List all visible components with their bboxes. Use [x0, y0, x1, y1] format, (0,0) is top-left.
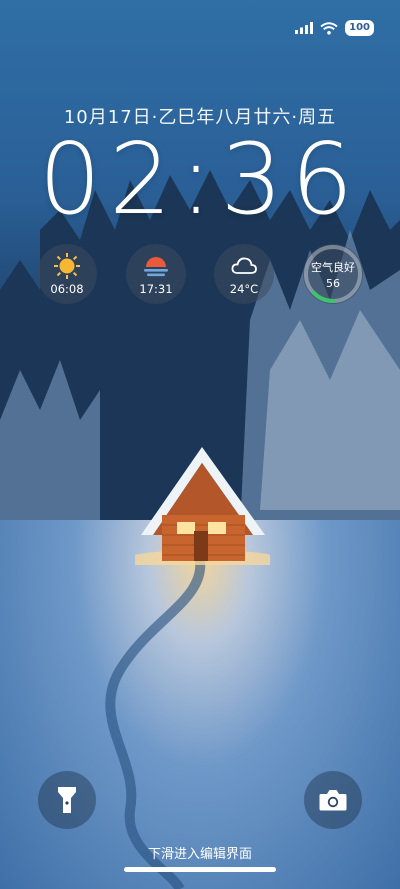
lock-screen: 100 10月17日·乙巳年八月廿六·周五 02:36 06:08 17:31 …: [0, 0, 400, 889]
sunset-icon: [141, 252, 171, 280]
sun-icon: [52, 252, 82, 280]
air-quality-value: 56: [326, 276, 340, 290]
camera-icon: [319, 790, 347, 811]
sunrise-widget[interactable]: 06:08: [37, 244, 97, 304]
camera-button[interactable]: [304, 771, 362, 829]
cabin-illustration: [135, 447, 270, 565]
weather-temperature: 24°C: [229, 282, 259, 296]
sunset-widget[interactable]: 17:31: [126, 244, 186, 304]
lock-time: 02:36: [38, 123, 362, 237]
air-quality-label: 空气良好: [311, 260, 355, 274]
cloud-icon: [229, 252, 259, 280]
weather-widget[interactable]: 24°C: [214, 244, 274, 304]
air-quality-widget[interactable]: 空气良好 56: [303, 244, 363, 304]
home-indicator[interactable]: [124, 867, 276, 872]
wifi-icon: [320, 21, 338, 35]
flashlight-button[interactable]: [38, 771, 96, 829]
sunset-time: 17:31: [139, 282, 173, 296]
flashlight-icon: [58, 787, 76, 813]
sunrise-time: 06:08: [50, 282, 84, 296]
status-bar: 100: [295, 18, 374, 38]
battery-indicator: 100: [345, 20, 374, 36]
signal-icon: [295, 22, 314, 34]
edit-hint: 下滑进入编辑界面: [147, 847, 252, 862]
snow-path: [105, 560, 206, 889]
